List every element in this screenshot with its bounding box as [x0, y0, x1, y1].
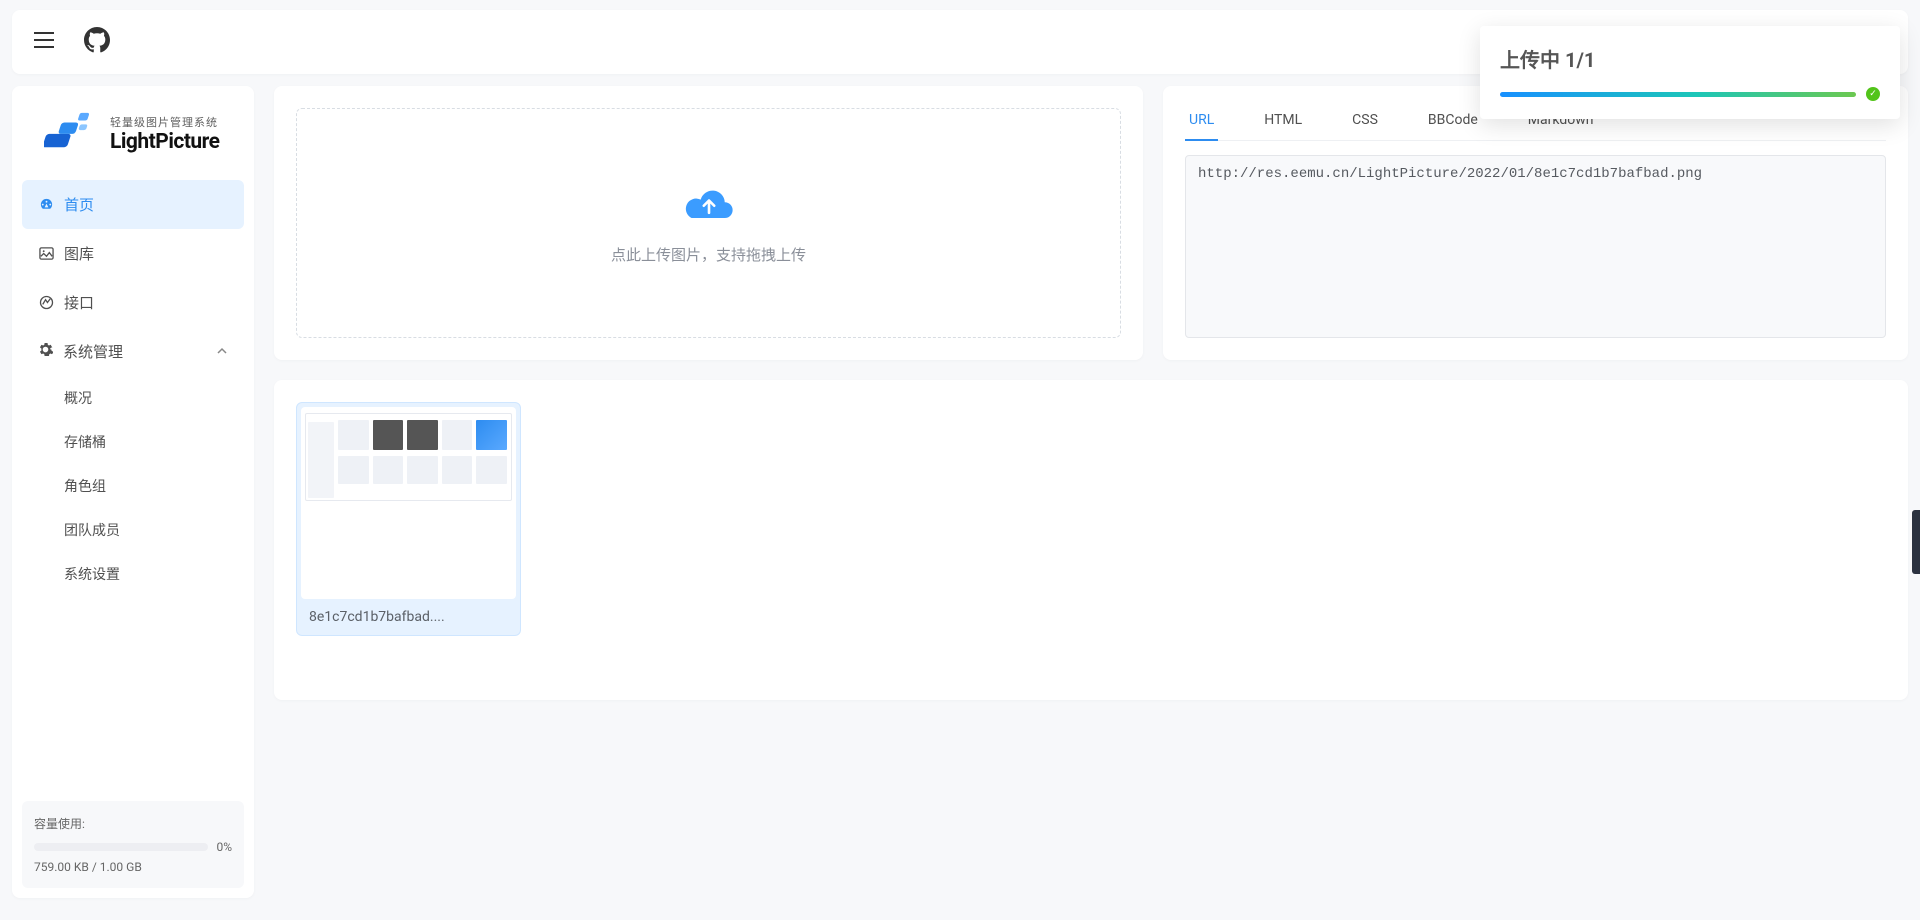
nav-sub-roles[interactable]: 角色组 — [22, 464, 244, 508]
storage-label: 容量使用: — [34, 815, 232, 832]
logo-title: LightPicture — [110, 130, 220, 154]
tab-bbcode[interactable]: BBCode — [1424, 102, 1482, 140]
tab-html[interactable]: HTML — [1260, 102, 1306, 140]
nav-label: 图库 — [64, 243, 94, 264]
storage-bar — [34, 843, 208, 851]
dashboard-icon — [38, 197, 54, 213]
storage-usage: 容量使用: 0% 759.00 KB / 1.00 GB — [22, 801, 244, 888]
cloud-upload-icon — [681, 182, 737, 230]
link-card: URL HTML CSS BBCode Markdown — [1163, 86, 1908, 360]
menu-toggle-icon[interactable] — [34, 32, 54, 52]
upload-toast: 上传中 1/1 ✓ — [1480, 26, 1900, 119]
link-textarea[interactable] — [1185, 155, 1886, 338]
nav-sub-settings[interactable]: 系统设置 — [22, 552, 244, 596]
thumbnail-filename: 8e1c7cd1b7bafbad.... — [301, 599, 516, 631]
thumbnail-preview — [301, 407, 516, 599]
nav-label: 系统管理 — [63, 341, 123, 362]
nav-label: 接口 — [64, 292, 94, 313]
nav-sub-members[interactable]: 团队成员 — [22, 508, 244, 552]
nav: 首页 图库 接口 系统管理 概况 存储桶 角色组 团队成员 系统设置 — [12, 172, 254, 791]
image-thumbnail[interactable]: 8e1c7cd1b7bafbad.... — [296, 402, 521, 636]
gear-icon — [38, 342, 53, 361]
side-widget-handle[interactable] — [1912, 510, 1920, 574]
tab-css[interactable]: CSS — [1348, 102, 1382, 140]
chevron-up-icon — [216, 343, 228, 361]
check-icon: ✓ — [1866, 87, 1880, 101]
nav-sub-buckets[interactable]: 存储桶 — [22, 420, 244, 464]
nav-gallery[interactable]: 图库 — [22, 229, 244, 278]
logo-subtitle: 轻量级图片管理系统 — [110, 114, 220, 130]
nav-system[interactable]: 系统管理 — [22, 327, 244, 376]
nav-api[interactable]: 接口 — [22, 278, 244, 327]
gallery-card: 8e1c7cd1b7bafbad.... — [274, 380, 1908, 700]
storage-percent: 0% — [216, 840, 232, 854]
logo-mark-icon — [44, 111, 102, 157]
toast-title: 上传中 1/1 — [1500, 44, 1880, 73]
upload-card: 点此上传图片，支持拖拽上传 — [274, 86, 1143, 360]
sidebar: 轻量级图片管理系统 LightPicture 首页 图库 接口 系统 — [12, 86, 254, 898]
main: 点此上传图片，支持拖拽上传 URL HTML CSS BBCode Markdo… — [274, 86, 1908, 898]
toast-progress-bar — [1500, 92, 1856, 97]
logo[interactable]: 轻量级图片管理系统 LightPicture — [12, 86, 254, 172]
github-icon[interactable] — [84, 27, 110, 57]
api-icon — [38, 295, 54, 311]
nav-home[interactable]: 首页 — [22, 180, 244, 229]
tab-url[interactable]: URL — [1185, 102, 1218, 140]
nav-sub-overview[interactable]: 概况 — [22, 376, 244, 420]
nav-label: 首页 — [64, 194, 94, 215]
image-icon — [38, 246, 54, 262]
upload-hint: 点此上传图片，支持拖拽上传 — [611, 244, 806, 265]
storage-text: 759.00 KB / 1.00 GB — [34, 860, 232, 874]
upload-dropzone[interactable]: 点此上传图片，支持拖拽上传 — [296, 108, 1121, 338]
